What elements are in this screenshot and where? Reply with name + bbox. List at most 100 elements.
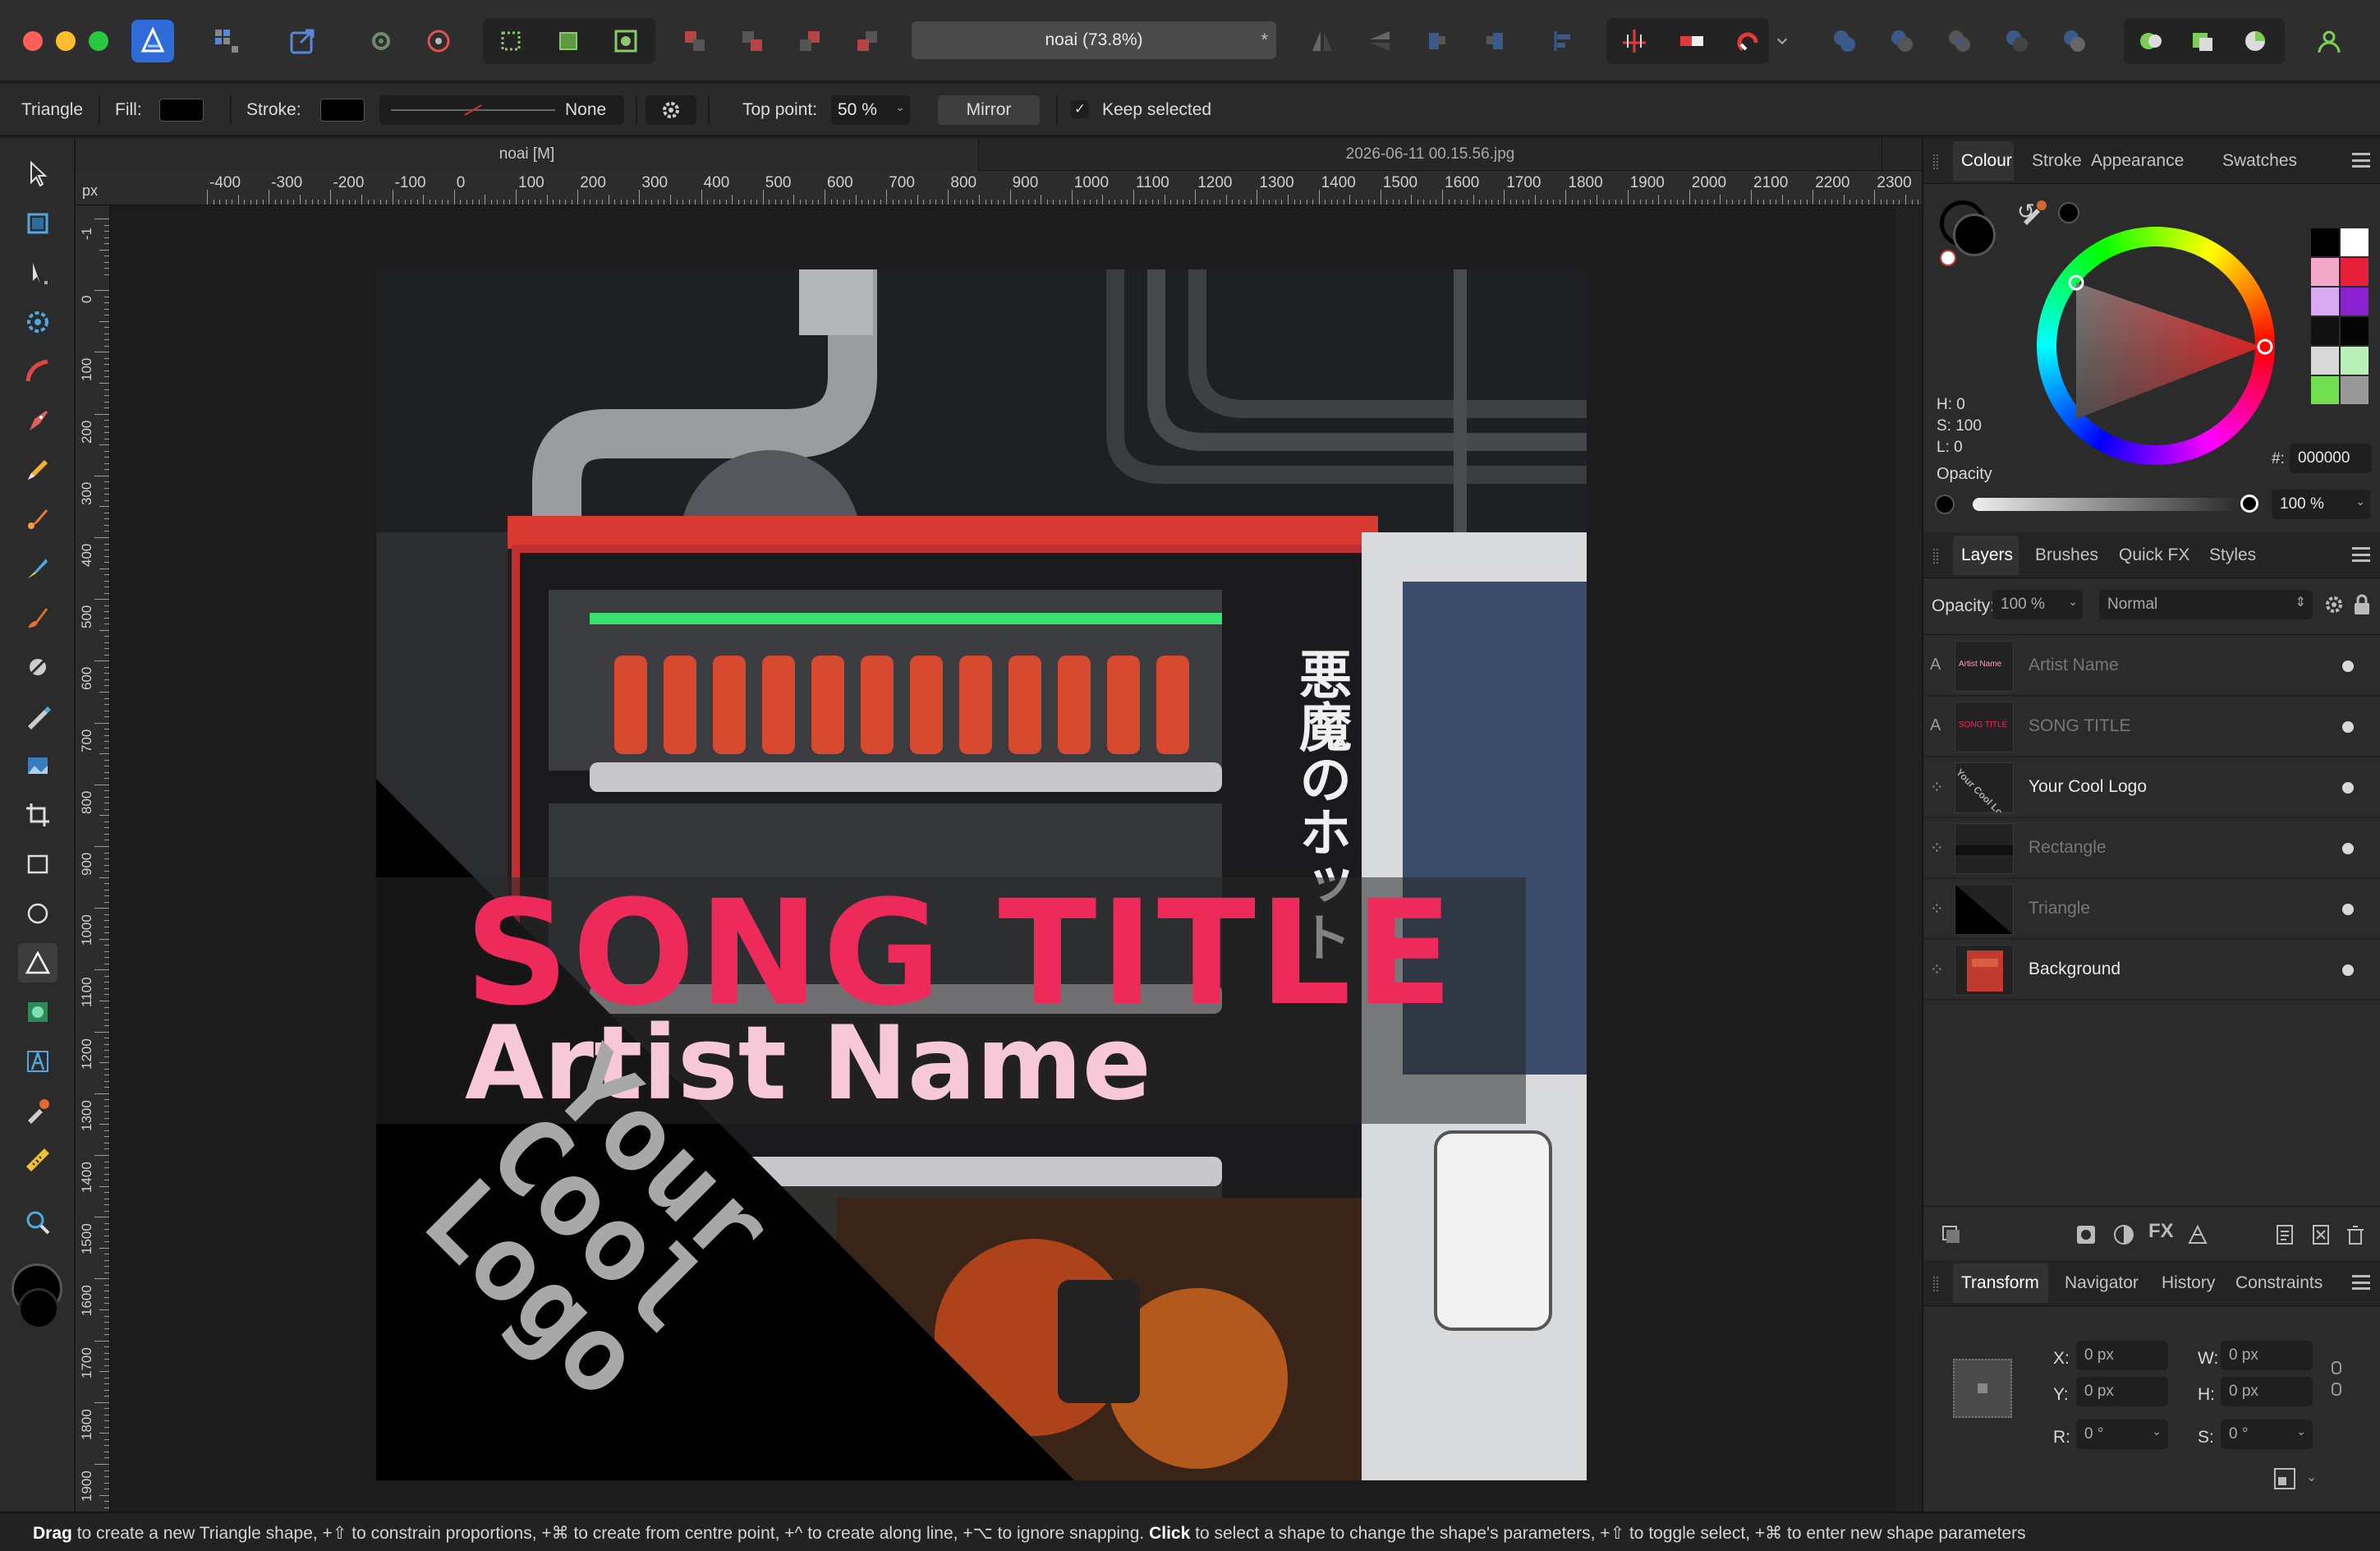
top-point-field[interactable]: 50 % ⌄ bbox=[831, 95, 910, 125]
picked-color-swatch[interactable] bbox=[2058, 202, 2079, 223]
select-all-icon[interactable] bbox=[489, 20, 532, 62]
mirror-button[interactable]: Mirror bbox=[938, 95, 1040, 125]
layer-settings-gear-icon[interactable] bbox=[2323, 593, 2346, 616]
tab-constraints[interactable]: Constraints bbox=[2235, 1273, 2323, 1293]
panel-menu-icon[interactable] bbox=[2352, 153, 2370, 168]
pixel-persona-icon[interactable] bbox=[205, 20, 248, 62]
snapping-magnet-icon[interactable] bbox=[1728, 20, 1771, 62]
arrange-front-icon[interactable] bbox=[846, 20, 889, 62]
rotation-input[interactable]: 0 ° ⌄ bbox=[2076, 1420, 2168, 1449]
paint-brush-tool-icon[interactable] bbox=[18, 598, 57, 637]
rectangle-tool-icon[interactable] bbox=[18, 845, 57, 884]
tab-photo[interactable]: 2026-06-11 00.15.56.jpg bbox=[979, 138, 1882, 171]
fill-tool-icon[interactable] bbox=[18, 549, 57, 588]
add-pixel-layer-icon[interactable] bbox=[2309, 1223, 2332, 1246]
chevron-down-icon[interactable]: ⌄ bbox=[2152, 1424, 2162, 1438]
opacity-input[interactable]: 100 % ⌄ bbox=[2272, 490, 2370, 519]
boolean-divide-icon[interactable] bbox=[2053, 20, 2096, 62]
chevron-down-icon[interactable]: ⌄ bbox=[2296, 1424, 2306, 1438]
opacity-slider-thumb[interactable] bbox=[2240, 495, 2258, 513]
eyedropper-icon[interactable] bbox=[2017, 196, 2050, 228]
shape-settings-button[interactable] bbox=[646, 95, 696, 125]
tab-noai[interactable]: noai [M] bbox=[76, 138, 979, 171]
stroke-color-well[interactable] bbox=[18, 1288, 59, 1329]
swatch[interactable] bbox=[2311, 228, 2339, 256]
keep-selected-checkbox[interactable]: ✓ bbox=[1071, 100, 1089, 118]
place-image-tool-icon[interactable] bbox=[18, 746, 57, 785]
layer-name[interactable]: Artist Name bbox=[2029, 656, 2119, 675]
layer-visibility-dot[interactable] bbox=[2342, 964, 2354, 976]
stroke-swatch[interactable] bbox=[320, 99, 365, 122]
y-input[interactable]: 0 px bbox=[2076, 1377, 2168, 1406]
tab-brushes[interactable]: Brushes bbox=[2035, 545, 2098, 565]
transform-origin-icon[interactable] bbox=[2272, 1466, 2298, 1492]
swatch[interactable] bbox=[2311, 317, 2339, 345]
stroke-style-dropdown[interactable]: None bbox=[379, 95, 624, 125]
layer-row[interactable]: ⁘ Your Cool Logo Your Cool Logo bbox=[1923, 757, 2380, 818]
layer-row[interactable]: ⁘ Background bbox=[1923, 940, 2380, 1001]
account-user-icon[interactable] bbox=[2308, 20, 2350, 62]
artboard-tool-icon[interactable] bbox=[18, 204, 57, 243]
tab-history[interactable]: History bbox=[2162, 1273, 2215, 1293]
pencil-curve-tool-icon[interactable] bbox=[18, 352, 57, 391]
x-input[interactable]: 0 px bbox=[2076, 1341, 2168, 1370]
swatch[interactable] bbox=[2311, 258, 2339, 286]
layer-visibility-dot[interactable] bbox=[2342, 843, 2354, 854]
saturation-lightness-triangle[interactable] bbox=[2037, 227, 2275, 465]
swatch[interactable] bbox=[2341, 228, 2369, 256]
h-input[interactable]: 0 px bbox=[2221, 1377, 2313, 1406]
layer-fx-icon[interactable]: FX bbox=[2148, 1220, 2174, 1243]
chevron-down-icon[interactable]: ⌄ bbox=[2306, 1469, 2317, 1485]
layer-visibility-dot[interactable] bbox=[2342, 721, 2354, 733]
rotate-left-icon[interactable] bbox=[1416, 20, 1459, 62]
align-icon[interactable] bbox=[1542, 20, 1585, 62]
snapping-dropdown-chevron-icon[interactable] bbox=[1772, 20, 1792, 62]
fill-swatch[interactable] bbox=[159, 99, 204, 122]
boolean-add-icon[interactable] bbox=[1823, 20, 1866, 62]
select-inverse-icon[interactable] bbox=[547, 20, 590, 62]
tab-navigator[interactable]: Navigator bbox=[2065, 1273, 2139, 1293]
ellipse-tool-icon[interactable] bbox=[18, 894, 57, 933]
transparency-tool-icon[interactable] bbox=[18, 697, 57, 736]
mask-layer-icon[interactable] bbox=[2074, 1223, 2097, 1246]
measure-tool-icon[interactable] bbox=[18, 1140, 57, 1180]
document-title[interactable]: noai (73.8%) * bbox=[912, 21, 1276, 59]
crop-tool-icon[interactable] bbox=[18, 795, 57, 835]
arrange-backward-icon[interactable] bbox=[731, 20, 774, 62]
layer-visibility-dot[interactable] bbox=[2342, 782, 2354, 794]
layer-opacity-field[interactable]: 100 % ⌄ bbox=[1992, 590, 2083, 619]
layer-name[interactable]: Rectangle bbox=[2029, 838, 2107, 858]
chevron-down-icon[interactable]: ⌄ bbox=[2355, 495, 2365, 509]
hex-input[interactable]: 000000 bbox=[2290, 444, 2372, 473]
flip-horizontal-icon[interactable] bbox=[1301, 20, 1344, 62]
zoom-tool-icon[interactable] bbox=[18, 1203, 57, 1242]
layer-name[interactable]: Triangle bbox=[2029, 899, 2090, 918]
snap-to-grid-icon[interactable] bbox=[1613, 20, 1656, 62]
live-filter-icon[interactable] bbox=[2186, 1223, 2209, 1246]
boolean-xor-icon[interactable] bbox=[1996, 20, 2038, 62]
delete-layer-trash-icon[interactable] bbox=[2344, 1223, 2367, 1246]
layer-row[interactable]: A Artist Name Artist Name bbox=[1923, 636, 2380, 697]
anchor-point-selector[interactable] bbox=[1953, 1359, 2012, 1418]
zoom-window-button[interactable] bbox=[89, 31, 108, 51]
panel-menu-icon[interactable] bbox=[2352, 547, 2370, 562]
color-picker-tool-icon[interactable] bbox=[18, 1091, 57, 1130]
pencil-tool-icon[interactable] bbox=[18, 450, 57, 490]
snapping-manager-icon[interactable] bbox=[417, 20, 460, 62]
swatch[interactable] bbox=[2311, 288, 2339, 315]
swatch[interactable] bbox=[2341, 317, 2369, 345]
panel-grip-icon[interactable] bbox=[1933, 549, 1938, 564]
flip-vertical-icon[interactable] bbox=[1358, 20, 1401, 62]
swatch[interactable] bbox=[2341, 258, 2369, 286]
swatch[interactable] bbox=[2311, 376, 2339, 404]
shear-input[interactable]: 0 ° ⌄ bbox=[2221, 1420, 2313, 1449]
tab-layers[interactable]: Layers bbox=[1961, 545, 2013, 565]
export-persona-icon[interactable] bbox=[281, 20, 324, 62]
toolbar-toggle-icon[interactable] bbox=[2181, 20, 2224, 62]
layer-name[interactable]: Background bbox=[2029, 960, 2120, 979]
panel-menu-icon[interactable] bbox=[2352, 1275, 2370, 1290]
designer-persona-icon[interactable] bbox=[131, 20, 174, 62]
swatch[interactable] bbox=[2311, 347, 2339, 375]
tab-quick-fx[interactable]: Quick FX bbox=[2119, 545, 2189, 565]
chevron-down-icon[interactable]: ⌄ bbox=[895, 100, 905, 114]
